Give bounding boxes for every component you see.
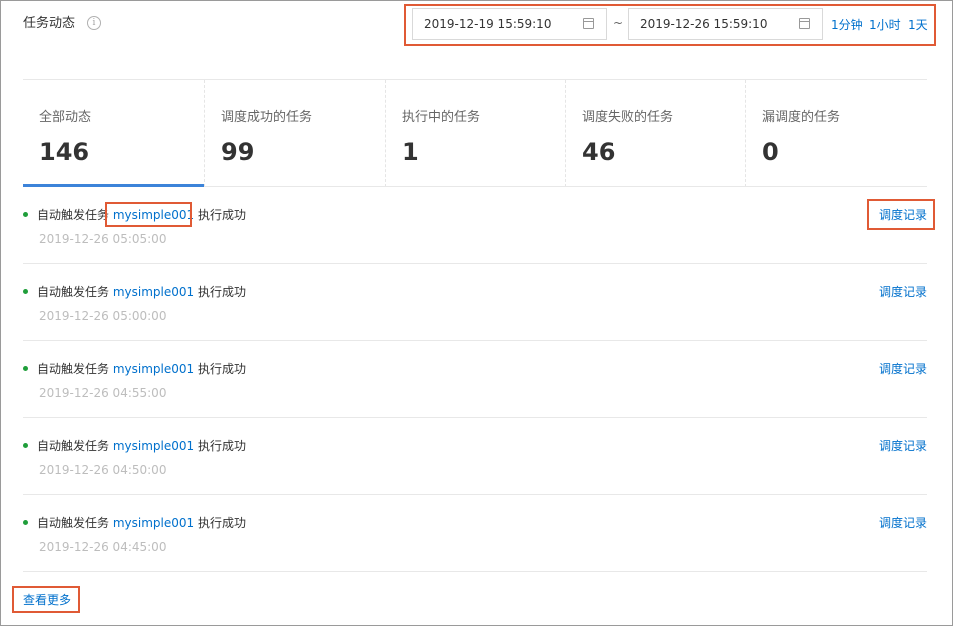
activity-suffix: 执行成功 bbox=[197, 439, 246, 453]
stat-tab-success[interactable]: 调度成功的任务 99 bbox=[204, 80, 385, 187]
stat-value: 0 bbox=[762, 138, 779, 166]
stat-tab-failed[interactable]: 调度失败的任务 46 bbox=[565, 80, 746, 187]
list-item: 自动触发任务 mysimple001 执行成功 2019-12-26 04:45… bbox=[23, 495, 927, 572]
stat-tab-running[interactable]: 执行中的任务 1 bbox=[385, 80, 566, 187]
activity-time: 2019-12-26 04:55:00 bbox=[39, 386, 167, 400]
task-link-highlight bbox=[105, 202, 192, 227]
quick-range-1day[interactable]: 1天 bbox=[908, 16, 928, 33]
activity-suffix: 执行成功 bbox=[197, 208, 246, 222]
task-link[interactable]: mysimple001 bbox=[113, 362, 194, 376]
page-title: 任务动态 bbox=[23, 16, 76, 31]
end-date-input[interactable]: 2019-12-26 15:59:10 bbox=[628, 8, 823, 40]
end-date-value: 2019-12-26 15:59:10 bbox=[640, 17, 768, 31]
schedule-record-link[interactable]: 调度记录 bbox=[879, 514, 927, 531]
activity-time: 2019-12-26 05:00:00 bbox=[39, 309, 167, 323]
success-dot-icon bbox=[23, 289, 28, 294]
schedule-record-highlight bbox=[867, 199, 935, 230]
stat-label: 漏调度的任务 bbox=[762, 110, 841, 125]
task-link[interactable]: mysimple001 bbox=[113, 285, 194, 299]
stat-value: 1 bbox=[402, 138, 419, 166]
activity-suffix: 执行成功 bbox=[197, 285, 246, 299]
stat-label: 全部动态 bbox=[39, 110, 92, 125]
activity-prefix: 自动触发任务 bbox=[37, 362, 110, 376]
stat-value: 146 bbox=[39, 138, 90, 166]
schedule-record-link[interactable]: 调度记录 bbox=[879, 437, 927, 454]
view-more-link[interactable]: 查看更多 bbox=[23, 591, 71, 608]
stat-value: 99 bbox=[221, 138, 255, 166]
activity-time: 2019-12-26 04:45:00 bbox=[39, 540, 167, 554]
activity-prefix: 自动触发任务 bbox=[37, 208, 110, 222]
quick-range-1min[interactable]: 1分钟 bbox=[831, 16, 863, 33]
start-date-input[interactable]: 2019-12-19 15:59:10 bbox=[412, 8, 607, 40]
range-separator: ~ bbox=[613, 16, 624, 30]
activity-text: 自动触发任务 mysimple001 执行成功 bbox=[37, 437, 246, 454]
schedule-record-link[interactable]: 调度记录 bbox=[879, 360, 927, 377]
task-link[interactable]: mysimple001 bbox=[113, 439, 194, 453]
list-item: 自动触发任务 mysimple001 执行成功 2019-12-26 04:50… bbox=[23, 418, 927, 495]
list-item: 自动触发任务 mysimple001 执行成功 2019-12-26 04:55… bbox=[23, 341, 927, 418]
activity-text: 自动触发任务 mysimple001 执行成功 bbox=[37, 514, 246, 531]
calendar-icon bbox=[583, 18, 594, 29]
activity-text: 自动触发任务 mysimple001 执行成功 bbox=[37, 283, 246, 300]
stat-value: 46 bbox=[582, 138, 616, 166]
success-dot-icon bbox=[23, 520, 28, 525]
activity-prefix: 自动触发任务 bbox=[37, 285, 110, 299]
stat-label: 调度失败的任务 bbox=[582, 110, 674, 125]
activity-text: 自动触发任务 mysimple001 执行成功 bbox=[37, 360, 246, 377]
success-dot-icon bbox=[23, 366, 28, 371]
activity-prefix: 自动触发任务 bbox=[37, 439, 110, 453]
stat-tab-missed[interactable]: 漏调度的任务 0 bbox=[745, 80, 927, 187]
quick-range-1hour[interactable]: 1小时 bbox=[869, 16, 901, 33]
calendar-icon bbox=[799, 18, 810, 29]
activity-suffix: 执行成功 bbox=[197, 362, 246, 376]
stat-label: 调度成功的任务 bbox=[221, 110, 313, 125]
activity-time: 2019-12-26 05:05:00 bbox=[39, 232, 167, 246]
success-dot-icon bbox=[23, 443, 28, 448]
start-date-value: 2019-12-19 15:59:10 bbox=[424, 17, 552, 31]
task-link[interactable]: mysimple001 bbox=[113, 516, 194, 530]
success-dot-icon bbox=[23, 212, 28, 217]
schedule-record-link[interactable]: 调度记录 bbox=[879, 283, 927, 300]
activity-time: 2019-12-26 04:50:00 bbox=[39, 463, 167, 477]
info-circle-icon[interactable]: i bbox=[87, 16, 101, 30]
stat-tab-all[interactable]: 全部动态 146 bbox=[23, 80, 204, 187]
activity-prefix: 自动触发任务 bbox=[37, 516, 110, 530]
list-item: 自动触发任务 mysimple001 执行成功 2019-12-26 05:00… bbox=[23, 264, 927, 341]
stat-label: 执行中的任务 bbox=[402, 110, 481, 125]
activity-suffix: 执行成功 bbox=[197, 516, 246, 530]
